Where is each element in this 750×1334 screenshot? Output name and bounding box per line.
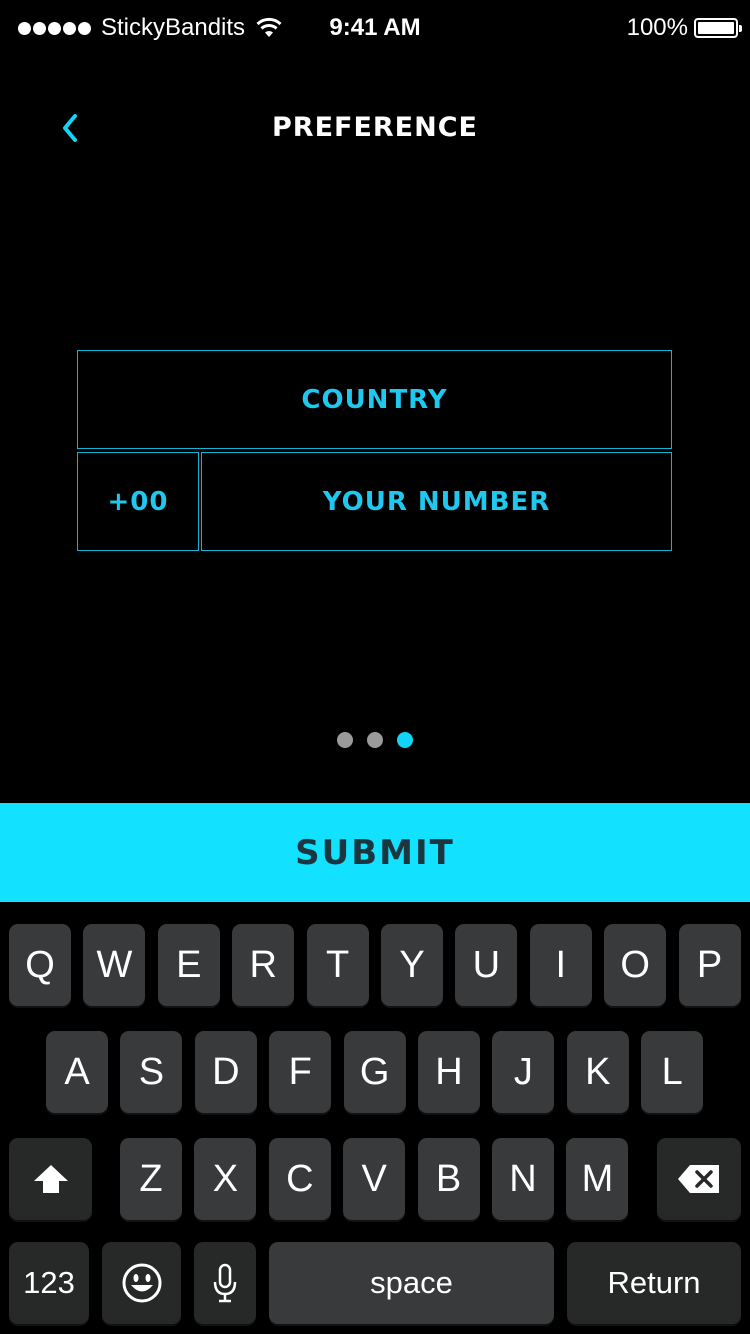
key-o[interactable]: O	[604, 924, 667, 1006]
key-s[interactable]: S	[120, 1031, 183, 1113]
key-label: C	[286, 1157, 314, 1200]
key-m[interactable]: M	[566, 1138, 629, 1220]
key-x[interactable]: X	[194, 1138, 257, 1220]
key-c[interactable]: C	[268, 1138, 331, 1220]
key-label: N	[509, 1157, 537, 1200]
key-label: R	[249, 943, 277, 986]
key-h[interactable]: H	[418, 1031, 480, 1113]
key-v[interactable]: V	[343, 1138, 406, 1220]
key-label: K	[585, 1050, 611, 1093]
numbers-key[interactable]: 123	[9, 1242, 89, 1324]
space-key-label: space	[370, 1265, 453, 1300]
country-code-field[interactable]	[77, 452, 199, 551]
key-label: V	[361, 1157, 387, 1200]
phone-number-input[interactable]	[202, 453, 671, 550]
key-i[interactable]: I	[529, 924, 592, 1006]
space-key[interactable]: space	[269, 1242, 554, 1324]
battery-icon	[694, 18, 742, 38]
return-key[interactable]: Return	[567, 1242, 741, 1324]
key-e[interactable]: E	[157, 924, 220, 1006]
key-label: S	[138, 1050, 165, 1093]
key-label: X	[212, 1157, 239, 1200]
key-label: F	[288, 1050, 312, 1093]
shift-icon	[33, 1165, 68, 1193]
emoji-icon	[122, 1263, 161, 1303]
microphone-icon	[213, 1263, 237, 1303]
key-r[interactable]: R	[232, 924, 295, 1006]
key-j[interactable]: J	[492, 1031, 555, 1113]
status-bar: StickyBandits 9:41 AM 100%	[0, 0, 750, 56]
key-u[interactable]: U	[455, 924, 518, 1006]
battery-percentage: 100%	[626, 14, 688, 41]
key-z[interactable]: Z	[120, 1138, 182, 1220]
key-label: G	[359, 1050, 390, 1093]
country-code-input[interactable]	[78, 453, 198, 550]
delete-icon	[678, 1165, 719, 1193]
key-t[interactable]: T	[306, 924, 369, 1006]
key-f[interactable]: F	[269, 1031, 332, 1113]
key-w[interactable]: W	[83, 924, 146, 1006]
key-b[interactable]: B	[417, 1138, 480, 1220]
key-label: O	[620, 943, 650, 986]
key-label: L	[661, 1050, 683, 1093]
key-n[interactable]: N	[492, 1138, 554, 1220]
return-key-label: Return	[607, 1265, 701, 1300]
page-dot-active	[397, 732, 413, 748]
key-label: I	[555, 943, 567, 986]
emoji-key[interactable]	[102, 1242, 181, 1324]
key-label: Y	[399, 943, 425, 986]
numbers-key-label: 123	[23, 1265, 75, 1300]
page-dot	[337, 732, 353, 748]
delete-key[interactable]	[657, 1138, 741, 1220]
key-p[interactable]: P	[678, 924, 741, 1006]
country-field[interactable]	[77, 350, 672, 449]
key-a[interactable]: A	[46, 1031, 108, 1113]
key-label: A	[64, 1050, 90, 1093]
key-g[interactable]: G	[343, 1031, 406, 1113]
key-y[interactable]: Y	[381, 924, 443, 1006]
key-label: M	[581, 1157, 614, 1200]
key-label: W	[96, 943, 133, 986]
country-input[interactable]	[78, 351, 671, 448]
key-d[interactable]: D	[194, 1031, 257, 1113]
key-l[interactable]: L	[641, 1031, 704, 1113]
shift-key[interactable]	[9, 1138, 92, 1220]
key-k[interactable]: K	[566, 1031, 629, 1113]
page-indicator	[0, 732, 750, 748]
key-label: T	[325, 943, 350, 986]
page-dot	[367, 732, 383, 748]
key-label: B	[435, 1157, 462, 1200]
submit-button[interactable]: SUBMIT	[0, 803, 750, 902]
key-label: P	[696, 943, 723, 986]
phone-screen: StickyBandits 9:41 AM 100% PREFERENCE S U	[0, 0, 750, 1334]
key-label: H	[435, 1050, 463, 1093]
key-label: Z	[139, 1157, 163, 1200]
status-right: 100%	[626, 14, 742, 42]
submit-label: SUBMIT	[295, 832, 455, 873]
key-label: Q	[25, 943, 55, 986]
page-title: PREFERENCE	[271, 112, 478, 143]
phone-number-field[interactable]	[201, 452, 672, 551]
key-label: U	[472, 943, 501, 986]
microphone-key[interactable]	[194, 1242, 256, 1324]
key-label: D	[212, 1050, 240, 1093]
keyboard: 123 space Return QWE R T Y U I O P A S D F G H J K L Z X C V…	[0, 902, 750, 1334]
key-label: E	[176, 943, 202, 986]
key-q[interactable]: Q	[9, 924, 71, 1006]
key-label: J	[513, 1050, 533, 1093]
